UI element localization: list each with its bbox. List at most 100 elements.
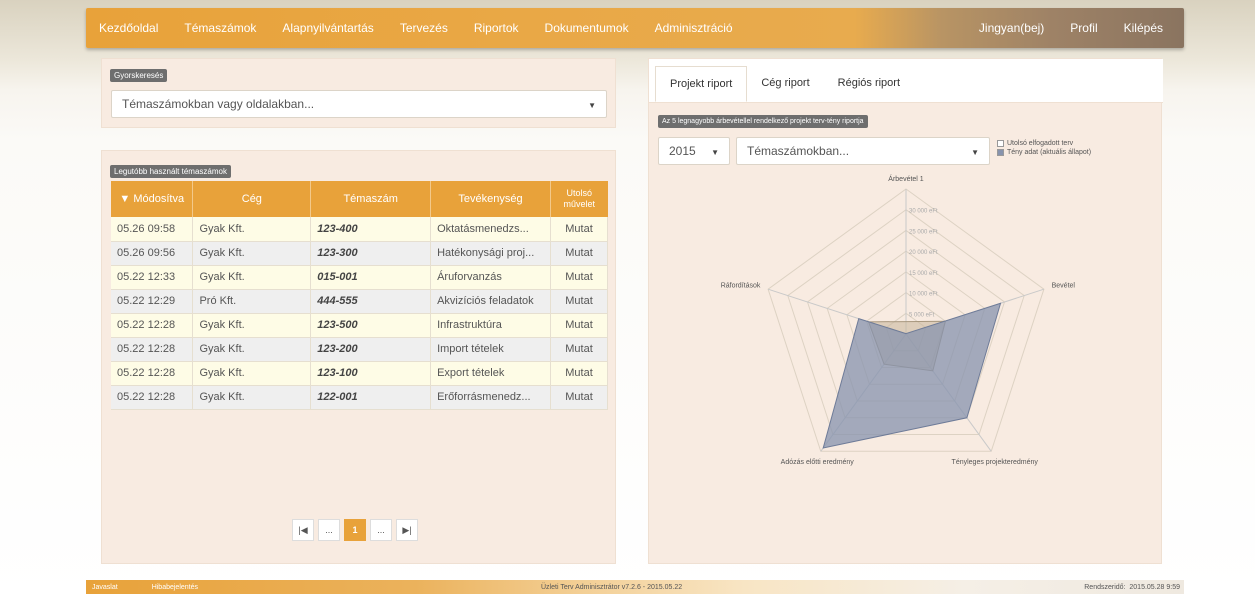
report-filter-placeholder: Témaszámokban... bbox=[747, 144, 850, 158]
cell-company: Pró Kft. bbox=[192, 289, 312, 314]
cell-topic-code: 123-200 bbox=[310, 337, 432, 362]
legend-label-actual: Tény adat (aktuális állapot) bbox=[1007, 149, 1092, 156]
nav-user-item-2[interactable]: Kilépés bbox=[1111, 8, 1176, 48]
cell-modified: 05.22 12:29 bbox=[111, 289, 194, 314]
chart-legend: Utolsó elfogadott terv Tény adat (aktuál… bbox=[997, 139, 1091, 157]
radar-axis-label: Tényleges projekteredmény bbox=[952, 459, 1039, 466]
cell-activity: Infrastruktúra bbox=[430, 313, 552, 338]
nav-item-5[interactable]: Dokumentumok bbox=[532, 8, 642, 48]
chevron-down-icon: ▼ bbox=[711, 148, 719, 157]
nav-item-3[interactable]: Tervezés bbox=[387, 8, 461, 48]
radar-axis-label: Bevétel bbox=[1052, 282, 1076, 289]
cell-action[interactable]: Mutat bbox=[550, 289, 608, 314]
cell-activity: Akvizíciós feladatok bbox=[430, 289, 552, 314]
cell-action[interactable]: Mutat bbox=[550, 265, 608, 290]
table-row[interactable]: 05.26 09:56 Gyak Kft. 123-300 Hatékonysági … bbox=[111, 241, 608, 266]
column-header[interactable]: Cég bbox=[192, 181, 312, 217]
nav-item-6[interactable]: Adminisztráció bbox=[642, 8, 746, 48]
legend-item-actual[interactable]: Tény adat (aktuális állapot) bbox=[997, 148, 1091, 157]
cell-action[interactable]: Mutat bbox=[550, 361, 608, 386]
cell-activity: Export tételek bbox=[430, 361, 552, 386]
radar-tick-label: 15 000 eFt bbox=[909, 271, 938, 277]
tab-1[interactable]: Cég riport bbox=[747, 66, 823, 102]
nav-item-0[interactable]: Kezdőoldal bbox=[86, 8, 171, 48]
cell-activity: Oktatásmenedzs... bbox=[430, 217, 552, 242]
cell-modified: 05.26 09:56 bbox=[111, 241, 194, 266]
column-header[interactable]: Témaszám bbox=[310, 181, 432, 217]
nav-item-2[interactable]: Alapnyilvántartás bbox=[269, 8, 386, 48]
recent-topics-panel: Legutóbb használt témaszámok ▼ Módosítva… bbox=[101, 150, 616, 564]
cell-modified: 05.26 09:58 bbox=[111, 217, 194, 242]
report-title: Az 5 legnagyobb árbevétellel rendelkező … bbox=[658, 115, 868, 128]
quick-search-panel: Gyorskeresés Témaszámokban vagy oldalakb… bbox=[101, 58, 616, 128]
cell-action[interactable]: Mutat bbox=[550, 313, 608, 338]
tab-2[interactable]: Régiós riport bbox=[824, 66, 914, 102]
top-nav: Kezdőoldal Témaszámok Alapnyilvántartás Ter… bbox=[86, 8, 1184, 48]
year-select[interactable]: 2015 ▼ bbox=[658, 137, 730, 165]
table-row[interactable]: 05.22 12:28 Gyak Kft. 123-200 Import tétele… bbox=[111, 337, 608, 362]
table-row[interactable]: 05.22 12:28 Gyak Kft. 123-100 Export tétele… bbox=[111, 361, 608, 386]
cell-topic-code: 444-555 bbox=[310, 289, 432, 314]
cell-topic-code: 123-100 bbox=[310, 361, 432, 386]
cell-company: Gyak Kft. bbox=[192, 265, 312, 290]
nav-item-1[interactable]: Témaszámok bbox=[171, 8, 269, 48]
checkbox-icon bbox=[997, 149, 1004, 156]
nav-user-item-1[interactable]: Profil bbox=[1057, 8, 1110, 48]
footer-link-suggestion[interactable]: Javaslat bbox=[86, 584, 124, 591]
legend-item-plan[interactable]: Utolsó elfogadott terv bbox=[997, 139, 1091, 148]
quick-search-title: Gyorskeresés bbox=[110, 69, 168, 82]
nav-main-menu: Kezdőoldal Témaszámok Alapnyilvántartás Ter… bbox=[86, 8, 746, 48]
cell-company: Gyak Kft. bbox=[192, 217, 312, 242]
checkbox-icon bbox=[997, 140, 1004, 147]
cell-activity: Hatékonysági proj... bbox=[430, 241, 552, 266]
cell-company: Gyak Kft. bbox=[192, 241, 312, 266]
cell-action[interactable]: Mutat bbox=[550, 337, 608, 362]
legend-label-plan: Utolsó elfogadott terv bbox=[1007, 140, 1074, 147]
footer-version: Üzleti Terv Adminisztrátor v7.2.6 - 2015… bbox=[541, 583, 683, 591]
recent-topics-title: Legutóbb használt témaszámok bbox=[110, 165, 231, 178]
tab-0[interactable]: Projekt riport bbox=[655, 66, 748, 102]
footer: Javaslat Hibabejelentés Üzleti Terv Admi… bbox=[86, 580, 1184, 594]
column-header[interactable]: Tevékenység bbox=[430, 181, 552, 217]
footer-link-bug-report[interactable]: Hibabejelentés bbox=[146, 584, 204, 591]
footer-clock: Rendszeridő: 2015.05.28 9:59 bbox=[1084, 584, 1184, 591]
radar-tick-label: 30 000 eFt bbox=[909, 209, 938, 215]
table-row[interactable]: 05.22 12:28 Gyak Kft. 123-500 Infrastruktúr… bbox=[111, 313, 608, 338]
table-row[interactable]: 05.26 09:58 Gyak Kft. 123-400 Oktatásmenedz… bbox=[111, 217, 608, 242]
cell-modified: 05.22 12:28 bbox=[111, 313, 194, 338]
cell-activity: Erőforrásmenedz... bbox=[430, 385, 552, 410]
report-filter-select[interactable]: Témaszámokban... ▼ bbox=[736, 137, 990, 165]
pager-ellipsis[interactable]: ... bbox=[318, 519, 340, 541]
pager-ellipsis[interactable]: ... bbox=[370, 519, 392, 541]
table-row[interactable]: 05.22 12:28 Gyak Kft. 122-001 Erőforrásmene… bbox=[111, 385, 608, 410]
cell-modified: 05.22 12:28 bbox=[111, 361, 194, 386]
pager-last-button[interactable]: ▶| bbox=[396, 519, 418, 541]
cell-action[interactable]: Mutat bbox=[550, 217, 608, 242]
cell-company: Gyak Kft. bbox=[192, 313, 312, 338]
cell-topic-code: 122-001 bbox=[310, 385, 432, 410]
cell-topic-code: 015-001 bbox=[310, 265, 432, 290]
cell-modified: 05.22 12:28 bbox=[111, 385, 194, 410]
radar-axis-label: Ráfordítások bbox=[721, 282, 761, 289]
column-header[interactable]: Utolsó művelet bbox=[550, 181, 608, 217]
table-row[interactable]: 05.22 12:29 Pró Kft. 444-555 Akvizíciós fel… bbox=[111, 289, 608, 314]
quick-search-select[interactable]: Témaszámokban vagy oldalakban... ▼ bbox=[111, 90, 607, 118]
table-row[interactable]: 05.22 12:33 Gyak Kft. 015-001 Áruforvanzás M… bbox=[111, 265, 608, 290]
pager-page-button[interactable]: 1 bbox=[344, 519, 366, 541]
nav-user-item-0[interactable]: Jingyan(bej) bbox=[966, 8, 1057, 48]
report-tabs: Projekt riport Cég riport Régiós riport bbox=[649, 59, 1163, 103]
nav-user-menu: Jingyan(bej) Profil Kilépés bbox=[966, 8, 1184, 48]
footer-clock-value: 2015.05.28 9:59 bbox=[1129, 583, 1180, 591]
pager-first-button[interactable]: |◀ bbox=[292, 519, 314, 541]
radar-axis-label: Adózás előtti eredmény bbox=[781, 459, 855, 466]
chevron-down-icon: ▼ bbox=[971, 148, 979, 157]
pagination: |◀... 1... ▶| bbox=[292, 519, 418, 541]
column-header[interactable]: ▼ Módosítva bbox=[111, 181, 194, 217]
cell-topic-code: 123-400 bbox=[310, 217, 432, 242]
radar-tick-label: 20 000 eFt bbox=[909, 250, 938, 256]
cell-action[interactable]: Mutat bbox=[550, 241, 608, 266]
nav-item-4[interactable]: Riportok bbox=[461, 8, 532, 48]
radar-tick-label: 10 000 eFt bbox=[909, 292, 938, 298]
cell-modified: 05.22 12:33 bbox=[111, 265, 194, 290]
cell-action[interactable]: Mutat bbox=[550, 385, 608, 410]
